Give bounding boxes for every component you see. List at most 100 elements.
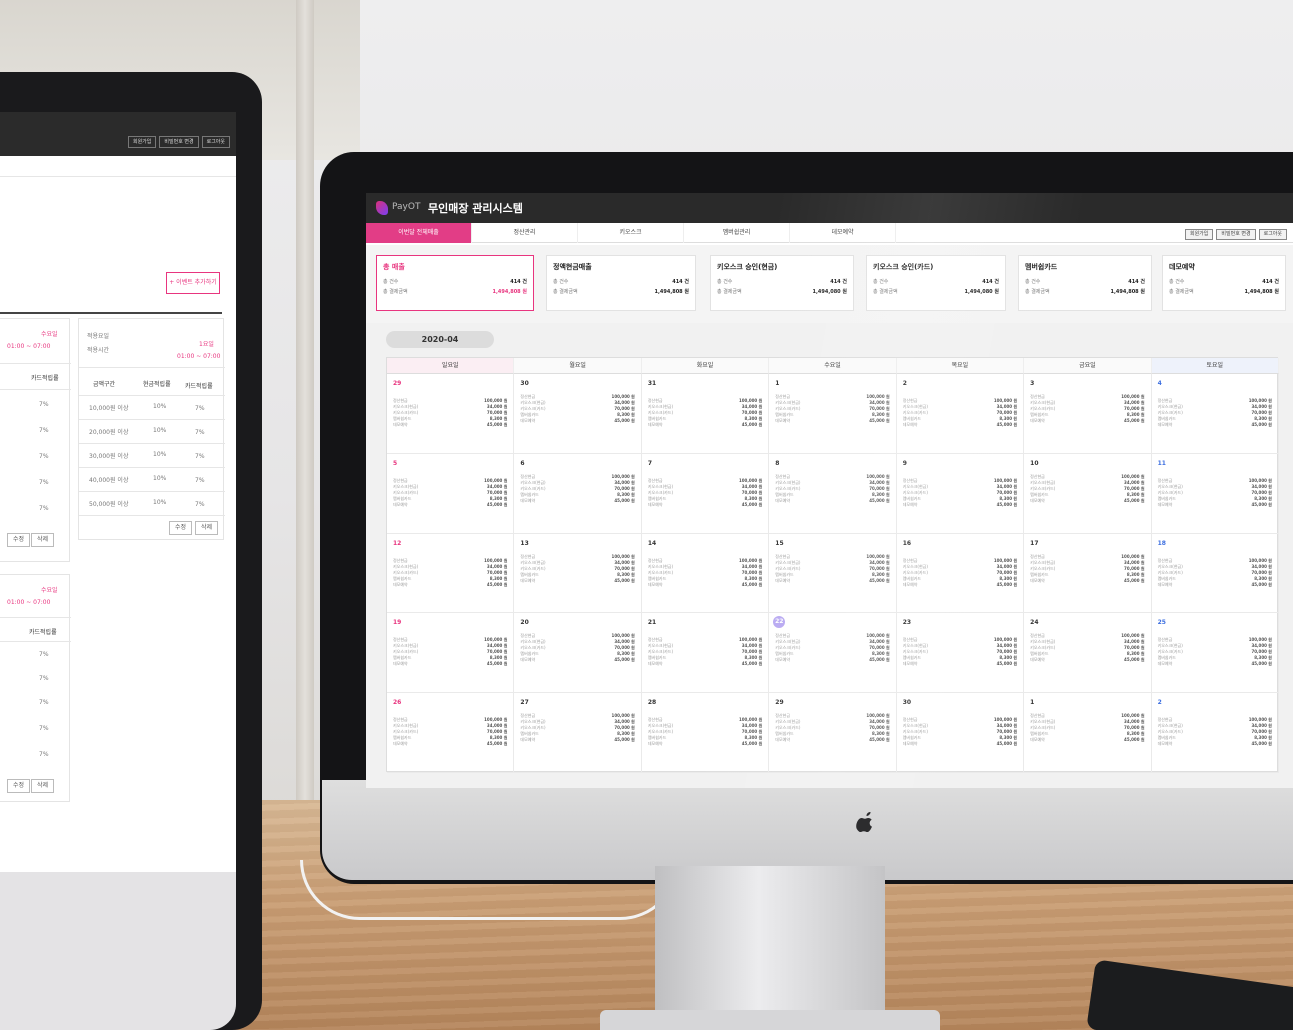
calendar-day-cell[interactable]: 23 정산현금 100,000 원 키오스크(현금) 34,000 원 키오스크(카드) 7… — [896, 613, 1025, 694]
calendar-area: 2020-04 일요일 월요일 화요일 수요일 목요일 금요일 토요일 29 정산현금 100,0… — [366, 323, 1293, 788]
calendar-day-cell[interactable]: 27 정산현금 100,000 원 키오스크(현금) 34,000 원 키오스크(카드) 7… — [514, 693, 642, 773]
signup-button[interactable]: 회원가입 — [1184, 229, 1214, 240]
calendar-day-cell[interactable]: 22 정산현금 100,000 원 키오스크(현금) 34,000 원 키오스크(카드) 7… — [769, 613, 897, 694]
entry-label: 데모예약 — [775, 497, 791, 503]
day-entries: 정산현금 100,000 원 키오스크(현금) 34,000 원 키오스크(카드) 70,… — [775, 633, 889, 663]
calendar-day-cell[interactable]: 1 정산현금 100,000 원 키오스크(현금) 34,000 원 키오스크(카드) 70… — [769, 374, 897, 454]
main-monitor-chin — [322, 780, 1293, 880]
panel1-edit-button[interactable]: 수정 — [7, 533, 31, 547]
panel2-delete-button[interactable]: 삭제 — [195, 521, 219, 535]
calendar-day-cell[interactable]: 5 정산현금 100,000 원 키오스크(현금) 34,000 원 키오스크(카드) 70… — [387, 453, 515, 534]
calendar-day-cell[interactable]: 26 정산현금 100,000 원 키오스크(현금) 34,000 원 키오스크(카드) 7… — [387, 693, 515, 773]
calendar-day-cell[interactable]: 19 정산현금 100,000 원 키오스크(현금) 34,000 원 키오스크(카드) 7… — [387, 613, 515, 694]
calendar-day-cell[interactable]: 2 정산현금 100,000 원 키오스크(현금) 34,000 원 키오스크(카드) 70… — [1151, 693, 1279, 773]
calendar-day-cell[interactable]: 14 정산현금 100,000 원 키오스크(현금) 34,000 원 키오스크(카드) 7… — [641, 533, 770, 614]
day-entries: 정산현금 100,000 원 키오스크(현금) 34,000 원 키오스크(카드) 70,… — [903, 558, 1017, 588]
stat-title: 정액현금매출 — [553, 263, 592, 271]
calendar-day-cell[interactable]: 29 정산현금 100,000 원 키오스크(현금) 34,000 원 키오스크(카드) 7… — [387, 374, 515, 454]
entry-label: 데모예약 — [902, 501, 918, 507]
tab-demo-booking[interactable]: 데모예약 — [790, 223, 896, 243]
stat-card-cash[interactable]: 정액현금매출 총 건수 414 건 총 결제금액 1,494,808 원 — [546, 255, 696, 311]
stat-card-membership[interactable]: 멤버쉽카드 총 건수 414 건 총 결제금액 1,494,808 원 — [1018, 255, 1152, 311]
day-number: 9 — [902, 459, 907, 467]
tab-settlement[interactable]: 정산관리 — [472, 223, 578, 243]
calendar-day-cell[interactable]: 10 정산현금 100,000 원 키오스크(현금) 34,000 원 키오스크(카드) 7… — [1024, 453, 1152, 534]
calendar-day-cell[interactable]: 1 정산현금 100,000 원 키오스크(현금) 34,000 원 키오스크(카드) 70… — [1024, 693, 1152, 773]
entry-label: 데모예약 — [1157, 422, 1173, 427]
logout-button[interactable]: 로그아웃 — [1258, 229, 1287, 240]
day-number: 7 — [647, 459, 653, 467]
entry-value: 45,000 원 — [1251, 661, 1272, 667]
stat-count: 414 건 — [510, 279, 527, 285]
add-event-button[interactable]: + 이벤트 추가하기 — [166, 272, 220, 294]
tab-membership[interactable]: 멤버쉽관리 — [684, 223, 790, 243]
stat-card-total[interactable]: 총 매출 총 건수 414 건 총 결제금액 1,494,808 원 — [376, 255, 534, 311]
calendar-day-cell[interactable]: 31 정산현금 100,000 원 키오스크(현금) 34,000 원 키오스크(카드) 7… — [641, 374, 770, 454]
left-logout-button[interactable]: 로그아웃 — [201, 136, 230, 148]
calendar-day-cell[interactable]: 3 정산현금 100,000 원 키오스크(현금) 34,000 원 키오스크(카드) 70… — [1024, 374, 1152, 454]
entry-label: 데모예약 — [1030, 577, 1045, 583]
panel2-cell: 10% — [153, 451, 167, 458]
sales-calendar: 일요일 월요일 화요일 수요일 목요일 금요일 토요일 29 정산현금 100,000 원 키오스크… — [386, 357, 1279, 773]
calendar-day-cell[interactable]: 28 정산현금 100,000 원 키오스크(현금) 34,000 원 키오스크(카드) 7… — [641, 693, 770, 773]
calendar-day-cell[interactable]: 24 정산현금 100,000 원 키오스크(현금) 34,000 원 키오스크(카드) 7… — [1024, 613, 1152, 694]
calendar-day-cell[interactable]: 6 정산현금 100,000 원 키오스크(현금) 34,000 원 키오스크(카드) 70… — [514, 453, 642, 534]
entry-value: 45,000 원 — [996, 661, 1018, 667]
entry-row: 데모예약 45,000 원 — [1030, 737, 1144, 743]
day-entries: 정산현금 100,000 원 키오스크(현금) 34,000 원 키오스크(카드) 70,… — [775, 713, 889, 743]
day-number: 13 — [520, 539, 529, 547]
calendar-day-cell[interactable]: 13 정산현금 100,000 원 키오스크(현금) 34,000 원 키오스크(카드) 7… — [514, 533, 642, 614]
tab-monthly-sales[interactable]: 이번달 전체매출 — [366, 223, 472, 243]
panel2-edit-button[interactable]: 수정 — [169, 521, 193, 535]
stat-count-label: 총 건수 — [1169, 279, 1185, 285]
entry-label: 데모예약 — [775, 737, 791, 743]
panel2-cell: 50,000원 이상 — [89, 501, 129, 508]
entry-row: 데모예약 45,000 원 — [520, 418, 634, 424]
calendar-day-cell[interactable]: 20 정산현금 100,000 원 키오스크(현금) 34,000 원 키오스크(카드) 7… — [514, 613, 642, 694]
calendar-day-cell[interactable]: 29 정산현금 100,000 원 키오스크(현금) 34,000 원 키오스크(카드) 7… — [769, 693, 897, 773]
tab-kiosk[interactable]: 키오스크 — [578, 223, 684, 243]
left-password-button[interactable]: 비밀번호 변경 — [159, 136, 199, 148]
change-password-button[interactable]: 비밀번호 변경 — [1216, 229, 1256, 240]
stat-card-kiosk-card[interactable]: 키오스크 승인(카드) 총 건수 414 건 총 결제금액 1,494,080 원 — [866, 255, 1006, 311]
panel1-day: 수요일 — [41, 331, 58, 338]
entry-label: 데모예약 — [520, 737, 536, 743]
calendar-day-cell[interactable]: 15 정산현금 100,000 원 키오스크(현금) 34,000 원 키오스크(카드) 7… — [769, 533, 897, 614]
entry-label: 데모예약 — [1157, 661, 1173, 667]
panel3-edit-button[interactable]: 수정 — [7, 779, 31, 793]
left-panel-1: 수요일 01:00 ~ 07:00 카드적립률 7% 7% 7% 7% 7% 수… — [0, 318, 71, 562]
calendar-day-cell[interactable]: 30 정산현금 100,000 원 키오스크(현금) 34,000 원 키오스크(카드) 7… — [896, 693, 1025, 773]
calendar-day-cell[interactable]: 18 정산현금 100,000 원 키오스크(현금) 34,000 원 키오스크(카드) 7… — [1151, 533, 1279, 614]
stat-card-kiosk-cash[interactable]: 키오스크 승인(현금) 총 건수 414 건 총 결제금액 1,494,080 원 — [710, 255, 854, 311]
panel2-cell: 30,000원 이상 — [89, 453, 129, 460]
left-signup-button[interactable]: 회원가입 — [127, 136, 157, 148]
day-number: 18 — [1157, 539, 1166, 547]
entry-row: 데모예약 45,000 원 — [393, 582, 507, 588]
calendar-day-cell[interactable]: 9 정산현금 100,000 원 키오스크(현금) 34,000 원 키오스크(카드) 70… — [896, 453, 1025, 534]
day-entries: 정산현금 100,000 원 키오스크(현금) 34,000 원 키오스크(카드) 70,… — [1030, 633, 1144, 663]
stat-count-label: 총 건수 — [873, 279, 889, 285]
day-entries: 정산현금 100,000 원 키오스크(현금) 34,000 원 키오스크(카드) 70,… — [520, 633, 634, 663]
calendar-day-cell[interactable]: 25 정산현금 100,000 원 키오스크(현금) 34,000 원 키오스크(카드) 7… — [1151, 613, 1279, 694]
calendar-day-cell[interactable]: 8 정산현금 100,000 원 키오스크(현금) 34,000 원 키오스크(카드) 70… — [769, 453, 897, 534]
calendar-day-cell[interactable]: 11 정산현금 100,000 원 키오스크(현금) 34,000 원 키오스크(카드) 7… — [1151, 453, 1279, 534]
panel2-cell: 7% — [195, 477, 205, 484]
calendar-day-cell[interactable]: 16 정산현금 100,000 원 키오스크(현금) 34,000 원 키오스크(카드) 7… — [896, 533, 1025, 614]
day-entries: 정산현금 100,000 원 키오스크(현금) 34,000 원 키오스크(카드) 70,… — [1158, 558, 1272, 588]
calendar-day-cell[interactable]: 12 정산현금 100,000 원 키오스크(현금) 34,000 원 키오스크(카드) 7… — [387, 533, 515, 614]
entry-value: 45,000 원 — [869, 497, 890, 503]
calendar-day-cell[interactable]: 21 정산현금 100,000 원 키오스크(현금) 34,000 원 키오스크(카드) 7… — [641, 613, 770, 694]
panel3-delete-button[interactable]: 삭제 — [31, 779, 55, 793]
calendar-day-cell[interactable]: 17 정산현금 100,000 원 키오스크(현금) 34,000 원 키오스크(카드) 7… — [1024, 533, 1152, 614]
month-selector[interactable]: 2020-04 — [386, 331, 494, 348]
calendar-day-cell[interactable]: 2 정산현금 100,000 원 키오스크(현금) 34,000 원 키오스크(카드) 70… — [896, 374, 1025, 454]
panel2-cell: 7% — [195, 453, 205, 460]
stat-card-demo[interactable]: 데모예약 총 건수 414 건 총 결제금액 1,494,808 원 — [1162, 255, 1286, 311]
panel1-delete-button[interactable]: 삭제 — [31, 533, 55, 547]
app-title: 무인매장 관리시스템 — [428, 202, 523, 215]
calendar-day-cell[interactable]: 30 정산현금 100,000 원 키오스크(현금) 34,000 원 키오스크(카드) 7… — [514, 374, 642, 454]
day-entries: 정산현금 100,000 원 키오스크(현금) 34,000 원 키오스크(카드) 70,… — [903, 717, 1017, 747]
entry-value: 45,000 원 — [614, 577, 635, 583]
calendar-day-cell[interactable]: 4 정산현금 100,000 원 키오스크(현금) 34,000 원 키오스크(카드) 70… — [1151, 374, 1279, 454]
calendar-day-cell[interactable]: 7 정산현금 100,000 원 키오스크(현금) 34,000 원 키오스크(카드) 70… — [641, 453, 770, 534]
